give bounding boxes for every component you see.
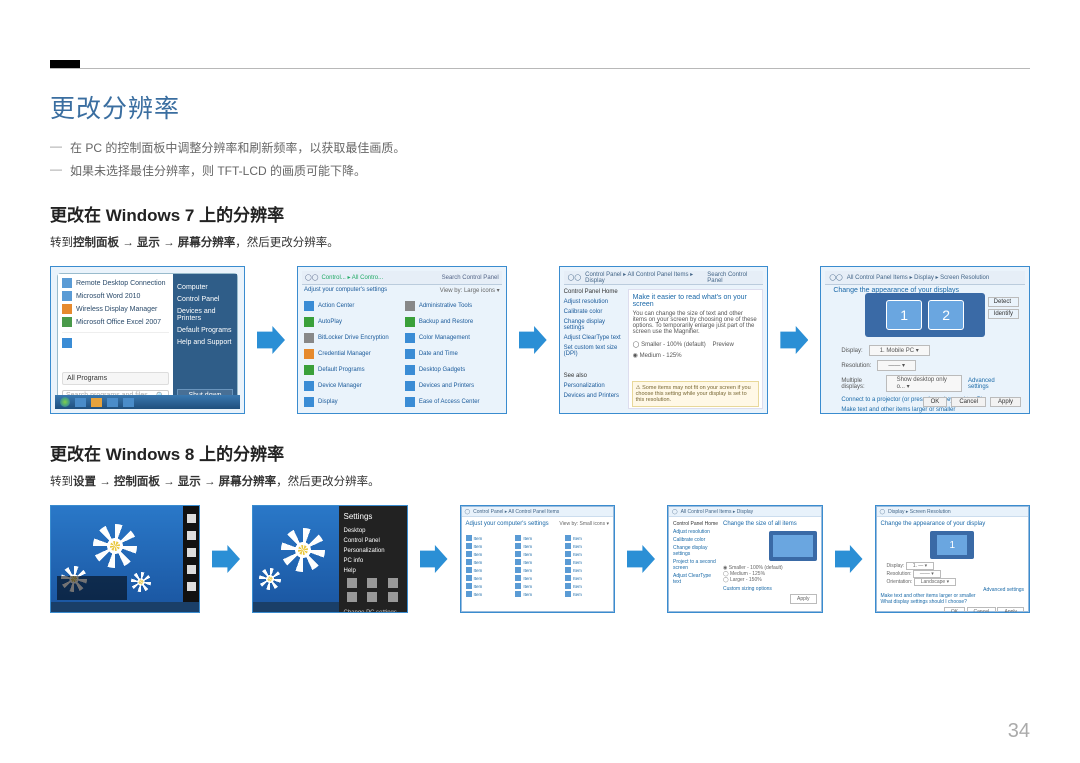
win8-subtext: 转到设置 → 控制面板 → 显示 → 屏幕分辨率，然后更改分辨率。: [50, 473, 1030, 489]
cp-item: Item: [515, 575, 559, 581]
startmenu-item: Microsoft Office Excel 2007: [62, 317, 169, 327]
cp-item: Item: [466, 551, 510, 557]
monitor-1-icon: 1: [886, 300, 922, 330]
cp-item: Item: [565, 551, 609, 557]
win8-display-thumb: ◯All Control Panel Items ▸ Display Contr…: [667, 505, 823, 613]
adjust-text: Adjust your computer's settings: [304, 287, 387, 293]
win8-controlpanel-thumb: ◯Control Panel ▸ All Control Panel Items…: [460, 505, 616, 613]
cp-item: Item: [515, 591, 559, 597]
win7-controlpanel-thumb: ◯◯Control... ▸ All Contro...Search Contr…: [297, 266, 507, 414]
cp-item: Ease of Access Center: [405, 396, 500, 409]
settings-panel: Settings Desktop Control Panel Personali…: [339, 506, 407, 612]
cp-item: Item: [466, 535, 510, 541]
startmenu-item: Remote Desktop Connection: [62, 278, 169, 288]
cp-item: Item: [466, 543, 510, 549]
monitor-2-icon: 2: [928, 300, 964, 330]
taskbar: [55, 395, 240, 409]
warning-banner: ⚠ Some items may not fit on your screen …: [632, 381, 760, 407]
cp-item: Item: [565, 559, 609, 565]
cp-item: Device Manager: [304, 380, 399, 393]
cp-item: Display: [304, 396, 399, 409]
cp-item: BitLocker Drive Encryption: [304, 331, 399, 344]
win7-subtext: 转到控制面板 → 显示 → 屏幕分辨率，然后更改分辨率。: [50, 234, 1030, 250]
cp-item: Item: [466, 567, 510, 573]
charms-bar: [183, 506, 199, 612]
win8-resolution-thumb: ◯Display ▸ Screen Resolution Change the …: [875, 505, 1031, 613]
cp-item: Date and Time: [405, 347, 500, 360]
cp-item: Devices and Printers: [405, 380, 500, 393]
cp-item: Item: [565, 583, 609, 589]
win8-desktop-thumb: [50, 505, 200, 613]
win7-startmenu-thumb: Remote Desktop Connection Microsoft Word…: [50, 266, 245, 414]
cp-item: Desktop Gadgets: [405, 364, 500, 377]
cp-item: Color Management: [405, 331, 500, 344]
arrow-icon: [257, 326, 285, 354]
bullet-text: 如果未选择最佳分辨率，则 TFT-LCD 的画质可能下降。: [70, 162, 366, 179]
monitor-preview: 1 2: [865, 293, 985, 337]
cp-item: Item: [466, 583, 510, 589]
cp-item: Item: [565, 591, 609, 597]
cp-item: Default Programs: [304, 364, 399, 377]
cp-item: Item: [515, 583, 559, 589]
cp-item: Item: [565, 575, 609, 581]
startmenu-item: Microsoft Word 2010: [62, 291, 169, 301]
win8-settings-thumb: Settings Desktop Control Panel Personali…: [252, 505, 408, 613]
page-title: 更改分辨率: [50, 89, 1030, 125]
cp-item: Administrative Tools: [405, 299, 500, 312]
intro-bullets: 在 PC 的控制面板中调整分辨率和刷新频率，以获取最佳画质。 如果未选择最佳分辨…: [50, 139, 1030, 179]
cp-item: Item: [515, 551, 559, 557]
clock-overlay: [57, 576, 127, 600]
bullet-text: 在 PC 的控制面板中调整分辨率和刷新频率，以获取最佳画质。: [70, 139, 405, 156]
startmenu-ie: [62, 338, 169, 348]
startmenu-item: Wireless Display Manager: [62, 304, 169, 314]
cp-item: Credential Manager: [304, 347, 399, 360]
win8-flow: Settings Desktop Control Panel Personali…: [50, 505, 1030, 613]
arrow-icon: [212, 545, 240, 573]
win7-heading: 更改在 Windows 7 上的分辨率: [50, 201, 1030, 226]
arrow-icon: [420, 545, 448, 573]
arrow-icon: [835, 545, 863, 573]
cp-item: Item: [466, 559, 510, 565]
win7-flow: Remote Desktop Connection Microsoft Word…: [50, 266, 1030, 414]
cp-item: Backup and Restore: [405, 315, 500, 328]
horizontal-rule: [50, 68, 1030, 69]
win7-display-thumb: ◯◯Control Panel ▸ All Control Panel Item…: [559, 266, 769, 414]
arrow-icon: [627, 545, 655, 573]
arrow-icon: [780, 326, 808, 354]
win7-resolution-thumb: ◯◯All Control Panel Items ▸ Display ▸ Sc…: [820, 266, 1030, 414]
cp-item: Item: [515, 567, 559, 573]
cp-item: Item: [515, 543, 559, 549]
cp-item: Item: [565, 543, 609, 549]
cp-item: Item: [565, 535, 609, 541]
all-programs: All Programs: [62, 372, 169, 385]
start-orb-icon: [60, 397, 70, 407]
cp-item: AutoPlay: [304, 315, 399, 328]
cp-item: Item: [466, 575, 510, 581]
cp-item: Item: [515, 535, 559, 541]
cp-item: Item: [565, 567, 609, 573]
win8-heading: 更改在 Windows 8 上的分辨率: [50, 440, 1030, 465]
cp-item: Item: [515, 559, 559, 565]
arrow-icon: [519, 326, 547, 354]
cp-item: Item: [466, 591, 510, 597]
cp-item: Action Center: [304, 299, 399, 312]
section-tab: [50, 60, 80, 68]
page-number: 34: [1008, 720, 1030, 743]
